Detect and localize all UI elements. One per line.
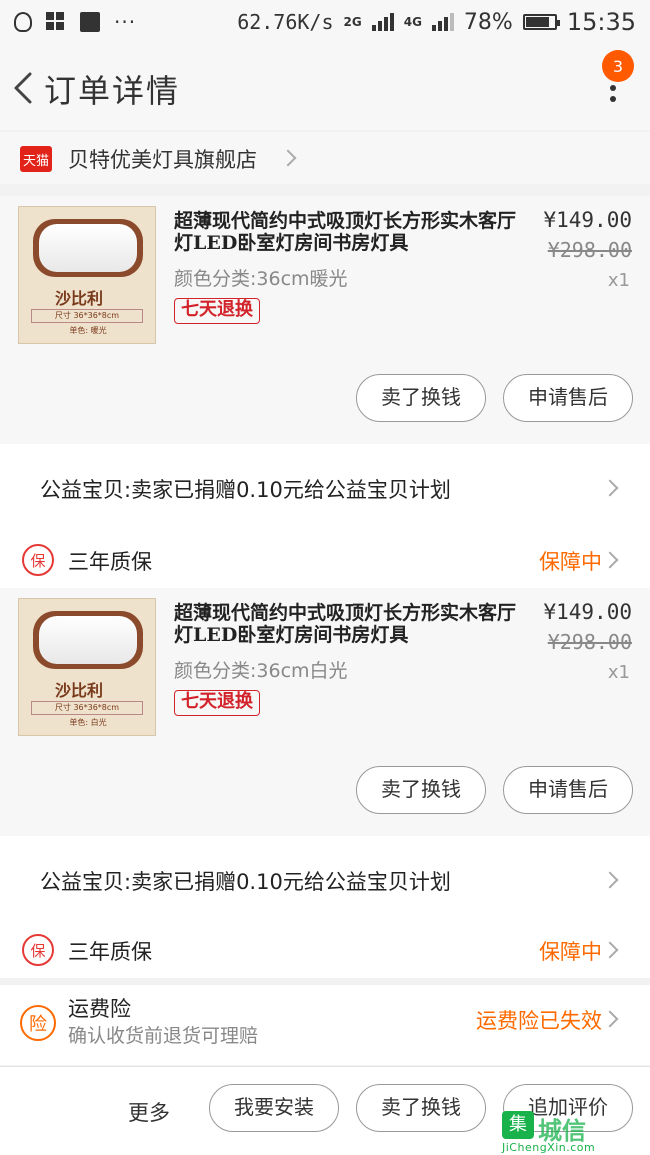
product-item[interactable]: 沙比利 尺寸 36*36*8cm 单色: 白光 超薄现代简约中式吸顶灯长方形实木… [0,588,650,844]
after-sale-button[interactable]: 申请售后 [503,374,633,422]
warranty-status: 保障中 [539,550,602,574]
nav-bar: 订单详情 3 [0,44,650,130]
product-price: ¥149.00 [543,600,632,624]
product-original-price: ¥298.00 [547,630,632,654]
product-sku: 颜色分类:36cm暖光 [174,268,348,290]
return-policy-tag: 七天退换 [174,298,260,324]
shipping-insurance-row[interactable]: 险 运费险 确认收货前退货可理赔 运费险已失效 [0,985,650,1065]
clock: 15:35 [566,8,636,36]
product-image-spec: 尺寸 36*36*8cm [31,701,143,715]
insurance-description: 确认收货前退货可理赔 [68,1025,259,1047]
warranty-icon: 保 [22,934,54,966]
qq-icon [14,12,32,32]
lamp-graphic [33,611,143,669]
product-image-spec: 尺寸 36*36*8cm [31,309,143,323]
app-grid-icon [46,12,66,32]
status-bar: ··· 62.76K/s 2G 4G 78% 15:35 [0,0,650,44]
insurance-title: 运费险 [68,997,131,1021]
battery-percent: 78% [463,9,513,35]
product-quantity: x1 [607,270,630,291]
sell-button[interactable]: 卖了换钱 [356,766,486,814]
watermark-url: JiChengXin.com [502,1141,596,1154]
charity-text: 公益宝贝:卖家已捐赠0.10元给公益宝贝计划 [40,478,451,502]
sell-button[interactable]: 卖了换钱 [356,1084,486,1132]
network-type-2g: 2G [343,15,362,29]
warranty-status: 保障中 [539,940,602,964]
product-title: 超薄现代简约中式吸顶灯长方形实木客厅灯LED卧室灯房间书房灯具 [174,210,517,254]
chevron-right-icon [601,551,619,569]
chevron-right-icon [601,941,619,959]
product-image-brand: 沙比利 [55,681,104,700]
more-link[interactable]: 更多 [128,1097,170,1127]
warranty-label: 三年质保 [68,940,152,964]
signal-icon-2 [431,13,454,31]
product-quantity: x1 [607,662,630,683]
warranty-label: 三年质保 [68,550,152,574]
charity-row[interactable]: 公益宝贝:卖家已捐赠0.10元给公益宝贝计划 [0,444,650,534]
network-speed: 62.76K/s [237,10,334,34]
page-title: 订单详情 [44,72,181,110]
image-icon [80,12,100,32]
warranty-row[interactable]: 保 三年质保 保障中 [0,534,650,588]
watermark: 集 城信 JiChengXin.com [502,1111,642,1155]
tmall-logo: 天猫 [20,146,52,172]
status-bar-notifications: ··· [14,10,136,34]
watermark-logo: 集 [502,1111,534,1139]
chevron-right-icon [601,871,619,889]
chevron-right-icon [601,479,619,497]
warranty-icon: 保 [22,544,54,576]
charity-row[interactable]: 公益宝贝:卖家已捐赠0.10元给公益宝贝计划 [0,836,650,926]
product-title: 超薄现代简约中式吸顶灯长方形实木客厅灯LED卧室灯房间书房灯具 [174,602,517,646]
product-image-color: 单色: 暖光 [69,326,107,335]
product-original-price: ¥298.00 [547,238,632,262]
signal-icon [371,13,394,31]
warranty-row[interactable]: 保 三年质保 保障中 [0,924,650,978]
product-image: 沙比利 尺寸 36*36*8cm 单色: 暖光 [18,206,156,344]
bottom-action-bar: 更多 我要安装 卖了换钱 追加评价 集 城信 JiChengXin.com [0,1066,650,1155]
install-button[interactable]: 我要安装 [209,1084,339,1132]
product-item[interactable]: 沙比利 尺寸 36*36*8cm 单色: 暖光 超薄现代简约中式吸顶灯长方形实木… [0,196,650,452]
network-type-4g: 4G [403,15,422,29]
shop-name: 贝特优美灯具旗舰店 [68,148,257,172]
product-price: ¥149.00 [543,208,632,232]
product-image-brand: 沙比利 [55,289,104,308]
message-badge: 3 [602,50,634,82]
product-image-color: 单色: 白光 [69,718,107,727]
sell-button[interactable]: 卖了换钱 [356,374,486,422]
return-policy-tag: 七天退换 [174,690,260,716]
insurance-status: 运费险已失效 [476,1009,602,1033]
more-notifications-icon: ··· [114,10,137,34]
chevron-right-icon [279,149,297,167]
product-image: 沙比利 尺寸 36*36*8cm 单色: 白光 [18,598,156,736]
product-sku: 颜色分类:36cm白光 [174,660,348,682]
lamp-graphic [33,219,143,277]
battery-icon [522,14,560,30]
shop-row[interactable]: 天猫 贝特优美灯具旗舰店 [0,132,650,184]
chevron-right-icon [601,1010,619,1028]
charity-text: 公益宝贝:卖家已捐赠0.10元给公益宝贝计划 [40,870,451,894]
insurance-icon: 险 [20,1005,56,1041]
after-sale-button[interactable]: 申请售后 [503,766,633,814]
